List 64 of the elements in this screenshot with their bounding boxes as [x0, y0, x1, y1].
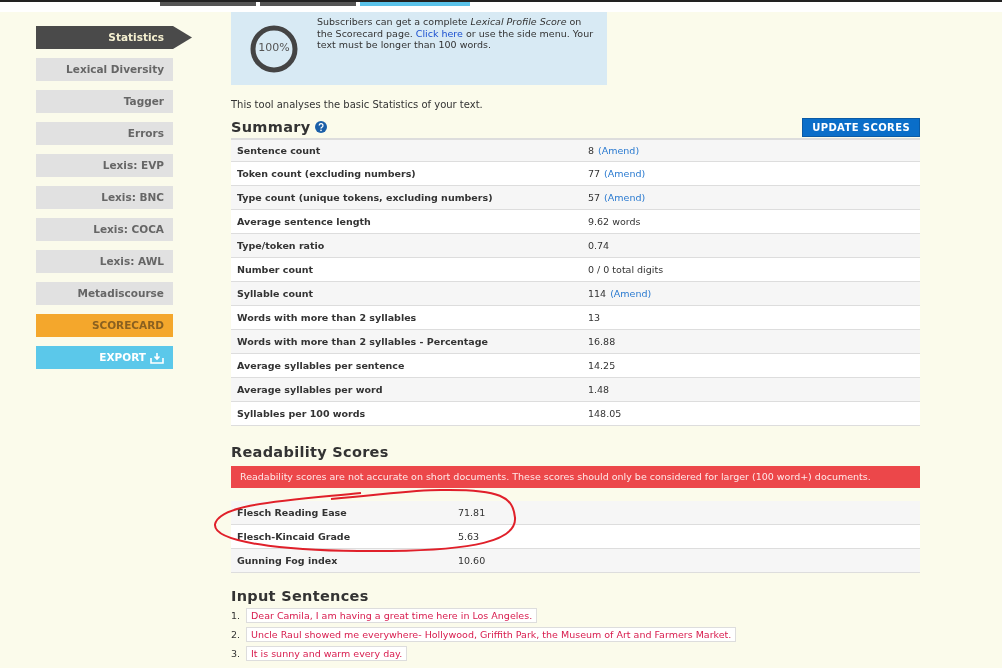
warning-banner: Readability scores are not accurate on short documents. These scores should only be considered for larger (100 word+) documents. — [231, 466, 920, 488]
progress-label: 100% — [257, 41, 291, 54]
table-cell-text: Type count (unique tokens, excluding numbers) — [236, 192, 494, 203]
update-scores-button[interactable]: UPDATE SCORES — [802, 117, 920, 137]
download-icon — [150, 351, 164, 364]
tab[interactable] — [160, 2, 256, 6]
table-cell-text: Words with more than 2 syllables — [236, 312, 418, 323]
amend-link[interactable]: (Amend) — [604, 168, 646, 179]
table-cell-text: Average syllables per sentence — [236, 360, 406, 371]
tab[interactable] — [360, 2, 470, 6]
sidebar-item[interactable]: Errors — [36, 122, 173, 145]
table-cell-text: Token count (excluding numbers) — [236, 168, 417, 179]
cell-value: 114 — [588, 288, 607, 299]
amend-link[interactable]: (Amend) — [604, 192, 646, 203]
section-heading: Input Sentences — [231, 588, 370, 604]
sidebar-item[interactable]: Lexis: BNC — [36, 186, 173, 209]
table-cell-text: Average syllables per word — [236, 384, 384, 395]
list-number: 3. — [231, 648, 242, 659]
table-cell-text: 148.05 — [587, 408, 622, 419]
section-heading: Summary — [231, 119, 311, 135]
table-cell-text: Flesch Reading Ease — [236, 507, 348, 518]
table-cell-text: 0 / 0 total digits — [587, 264, 664, 275]
sidebar-item[interactable]: Statistics — [36, 26, 192, 49]
list-number: 1. — [231, 610, 242, 621]
table-cell-text: 71.81 — [457, 507, 486, 518]
intro-text: This tool analyses the basic Statistics of your text. — [231, 99, 484, 110]
section-heading: Readability Scores — [231, 444, 390, 460]
table-cell-text: 9.62 words — [587, 216, 641, 227]
sidebar-item[interactable]: Lexis: EVP — [36, 154, 173, 177]
table-cell-text: 1.48 — [587, 384, 610, 395]
table-cell-text: Gunning Fog index — [236, 555, 339, 566]
table-cell-text: 13 — [587, 312, 601, 323]
table-cell-text: Words with more than 2 syllables - Percentage — [236, 336, 489, 347]
click-here-link[interactable]: Click here — [415, 27, 463, 39]
info-text: Subscribers can get a complete Lexical Profile Score on the Scorecard page. Click here or use the side menu. Your text must be longer than 100 words. — [317, 16, 595, 52]
sentence-chip[interactable]: It is sunny and warm every day. — [246, 646, 408, 661]
table-cell-text: Type/token ratio — [236, 240, 326, 251]
cell-value: 77 — [588, 168, 601, 179]
table-cell-text: 5.63 — [457, 531, 480, 542]
table-cell-text: 16.88 — [587, 336, 616, 347]
table-cell-text: Syllables per 100 words — [236, 408, 367, 419]
table-cell-text: 10.60 — [457, 555, 486, 566]
table-cell-text: Average sentence length — [236, 216, 372, 227]
cell-value: 8 — [588, 145, 595, 156]
table-cell-text: Syllable count — [236, 288, 314, 299]
scorecard-button[interactable]: SCORECARD — [36, 314, 173, 337]
sidebar-item[interactable]: Lexis: AWL — [36, 250, 173, 273]
sidebar-item[interactable]: Lexis: COCA — [36, 218, 173, 241]
sidebar-item[interactable]: Tagger — [36, 90, 173, 113]
tab[interactable] — [260, 2, 356, 6]
sentence-chip[interactable]: Dear Camila, I am having a great time here in Los Angeles. — [246, 608, 538, 623]
sidebar-item[interactable]: Metadiscourse — [36, 282, 173, 305]
help-icon — [315, 121, 328, 133]
list-number: 2. — [231, 629, 242, 640]
cell-value: 57 — [588, 192, 601, 203]
table-cell-text: Flesch-Kincaid Grade — [236, 531, 352, 542]
amend-link[interactable]: (Amend) — [598, 145, 640, 156]
sidebar-item[interactable]: Lexical Diversity — [36, 58, 173, 81]
table-cell-text: Sentence count — [236, 145, 322, 156]
sentence-chip[interactable]: Uncle Raul showed me everywhere- Hollywood, Griffith Park, the Museum of Art and Farmers Market. — [246, 627, 737, 642]
table-cell-text: Number count — [236, 264, 315, 275]
table-cell-text: 0.74 — [587, 240, 610, 251]
amend-link[interactable]: (Amend) — [610, 288, 652, 299]
table-cell-text: 14.25 — [587, 360, 616, 371]
